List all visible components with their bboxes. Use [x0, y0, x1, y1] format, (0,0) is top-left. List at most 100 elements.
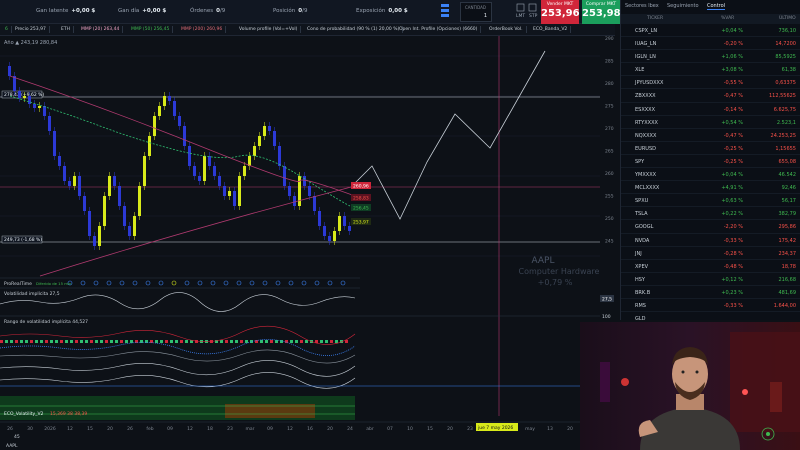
toolbar-item[interactable]: Cono de probabilidad (90 % (1) 20,00 %) [304, 26, 404, 33]
price-tag-dark: 258,83 [353, 196, 369, 202]
watchlist-row[interactable]: JPYUSDXXX -0,55 % 0,63375 [621, 76, 800, 90]
indicator-title-implied-vol[interactable]: Volatilidad implícita 27,5 [4, 290, 60, 297]
time-tick: 12 [187, 426, 193, 432]
buy-market-button[interactable]: Comprar MKT 253,98 [582, 0, 621, 24]
tab-sectores[interactable]: Sectores lbex [625, 3, 659, 9]
watchlist-row[interactable]: NVDA -0,33 % 175,42 [621, 234, 800, 247]
candle-body [133, 216, 136, 236]
watchlist-row[interactable]: ESXXXX -0,14 % 6.625,75 [621, 103, 800, 116]
watchlist-row[interactable]: JNJ -0,28 % 234,37 [621, 247, 800, 260]
iv-range-bar [45, 340, 48, 343]
sell-market-button[interactable]: Vender MKT 253,96 [541, 0, 580, 24]
iv-range-bar [185, 340, 188, 343]
watchlist-row[interactable]: EURUSD -0,25 % 1,15655 [621, 142, 800, 155]
price-tick: 270 [605, 126, 614, 132]
watchlist-row[interactable]: TSLA +0,22 % 382,79 [621, 207, 800, 221]
row-ticker: CSPX_LN [635, 28, 658, 34]
price-tag-last: 253,97 [353, 220, 369, 226]
watchlist-row[interactable]: SPXU +0,63 % 56,17 [621, 194, 800, 208]
candle-body [73, 176, 76, 186]
watchlist-row[interactable]: NQXXXX -0,47 % 24.253,25 [621, 129, 800, 142]
candle-body [78, 176, 81, 196]
toolbar-item[interactable]: Precio 253,97 [12, 26, 50, 33]
column-ticker[interactable]: TICKER [647, 16, 663, 21]
stop-order-button[interactable]: STP [529, 14, 537, 19]
implied-vol-tag: 27,5 [602, 297, 612, 303]
candle-body [83, 196, 86, 211]
candle-body [213, 166, 216, 176]
watchlist-row[interactable]: RTYXXXX +0,54 % 2.523,1 [621, 116, 800, 129]
price-chart[interactable]: Año ▲ 243,19 280,84 278,43 (+9,62 %) 249… [0, 36, 615, 450]
iv-range-bar [225, 340, 228, 343]
order-type-icons [516, 3, 537, 12]
candle-body [228, 191, 231, 196]
toolbar-item[interactable]: MMP (20) 263,44 [78, 26, 124, 33]
watchlist-row[interactable]: CSPX_LN +0,04 % 736,10 [621, 24, 800, 38]
tab-control[interactable]: Control [707, 3, 726, 10]
candle-body [43, 106, 46, 116]
toolbar-item[interactable]: Open Int. Profile (Opciones) (6660) [396, 26, 482, 33]
toolbar-item[interactable]: MMP (50) 256,45 [128, 26, 174, 33]
watchlist-row[interactable]: IGLN_LN +1,06 % 85,5925 [621, 50, 800, 64]
watchlist-row[interactable]: XLE +3,08 % 61,38 [621, 63, 800, 77]
row-change: -0,47 % [723, 132, 743, 139]
candle-body [123, 206, 126, 226]
candle-body [163, 96, 166, 106]
row-ticker: MCLXXXX [635, 185, 660, 192]
candle-body [153, 116, 156, 136]
iv-range-bar [130, 340, 133, 343]
toolbar-item[interactable]: Volume profile (Vol=+Vol) [236, 26, 302, 33]
bottom-ticker-label[interactable]: AAPL [6, 443, 18, 449]
time-tick: 12 [67, 426, 73, 432]
limit-order-button[interactable]: LMT [516, 14, 525, 19]
time-tick: 09 [167, 426, 173, 432]
watchlist-row[interactable]: XPEV -0,48 % 18,78 [621, 260, 800, 273]
candle-body [308, 186, 311, 196]
toolbar-item[interactable]: OrderBook Vol. [486, 26, 527, 33]
quantity-input[interactable]: CANTIDAD 1 [460, 2, 492, 22]
watchlist-row[interactable]: SPY -0,25 % 655,08 [621, 155, 800, 169]
ladder-icon[interactable] [440, 3, 450, 21]
candle-body [208, 156, 211, 166]
watchlist-row[interactable]: ZBXXXX -0,47 % 112,55625 [621, 89, 800, 103]
watchlist-row[interactable]: HSY +0,12 % 216,68 [621, 273, 800, 286]
toolbar-item[interactable]: MMP (200) 260,96 [178, 26, 227, 33]
price-tick: 280 [605, 81, 614, 87]
iv-range-bar [325, 340, 328, 343]
time-tick: 23 [227, 426, 233, 432]
indicator-title-iv-range[interactable]: Rango de volatilidad implícita 44,527 [4, 318, 88, 325]
time-tick: 07 [387, 426, 393, 432]
iv-range-bar [110, 340, 113, 343]
column-last[interactable]: ÚLTIMO [779, 16, 796, 21]
watchlist-row[interactable]: MCLXXXX +4,91 % 92,46 [621, 181, 800, 195]
row-change: -0,20 % [723, 41, 743, 48]
watchlist-row[interactable]: BRK.B +0,23 % 481,69 [621, 286, 800, 299]
bottom-zoom-label[interactable]: 45 [14, 434, 20, 440]
watchlist-row[interactable]: IUAG_LN -0,20 % 14,7200 [621, 37, 800, 51]
watermark-name: Computer Hardware [519, 267, 600, 276]
watchlist-row[interactable]: GOOGL -2,20 % 295,86 [621, 220, 800, 234]
iv-range-bar [305, 340, 308, 343]
time-tick: 15 [87, 426, 93, 432]
positions-count[interactable]: Posición 0/9 [273, 8, 307, 14]
row-change: +0,54 % [721, 119, 743, 126]
watchlist-row[interactable]: RMS -0,33 % 1.644,00 [621, 299, 800, 313]
orders-count[interactable]: Órdenes 0/9 [190, 8, 225, 14]
candle-body [248, 156, 251, 166]
row-change: -0,25 % [723, 145, 743, 152]
toolbar-item[interactable]: 6 [2, 26, 12, 33]
column-change[interactable]: %VAR [721, 16, 734, 21]
candle-body [343, 216, 346, 226]
toolbar-item[interactable]: ECO_Banda_V2 [530, 26, 572, 33]
row-change: -0,33 % [723, 237, 743, 244]
watchlist-row[interactable]: YMXXXX +0,04 % 46.542 [621, 168, 800, 182]
tab-seguimiento[interactable]: Seguimiento [667, 3, 699, 9]
candle-body [108, 176, 111, 196]
candle-body [88, 211, 91, 236]
indicator-title-prorealtime[interactable]: ProRealTime [4, 281, 32, 287]
row-ticker: ZBXXXX [635, 93, 656, 100]
toolbar-item[interactable]: ETH [58, 26, 74, 33]
row-last: 2.523,1 [776, 119, 796, 126]
time-tick: 2026 [44, 426, 56, 432]
indicator-title-eco-vol[interactable]: ECO_Volatility_V2 [4, 411, 44, 417]
